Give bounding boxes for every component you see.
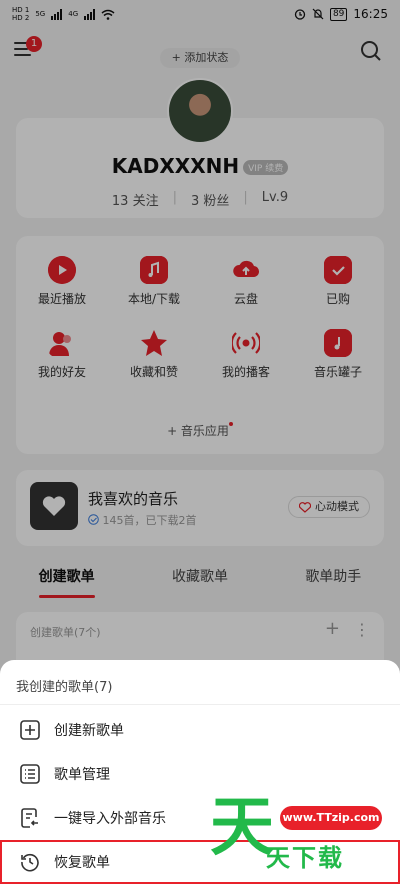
history-icon [21, 853, 39, 872]
list-icon [20, 764, 40, 784]
watermark-text: 天下载 [266, 844, 344, 872]
import-icon [21, 808, 38, 828]
watermark-logo: 天 [210, 791, 274, 865]
sheet-title: 我创建的歌单(7) [16, 680, 113, 695]
sheet-manage-playlist[interactable]: 歌单管理 [0, 752, 400, 796]
sheet-create-playlist[interactable]: 创建新歌单 [0, 708, 400, 752]
plus-square-icon [20, 720, 40, 740]
divider [0, 704, 400, 705]
watermark-url: www.TTzip.com [280, 806, 382, 830]
